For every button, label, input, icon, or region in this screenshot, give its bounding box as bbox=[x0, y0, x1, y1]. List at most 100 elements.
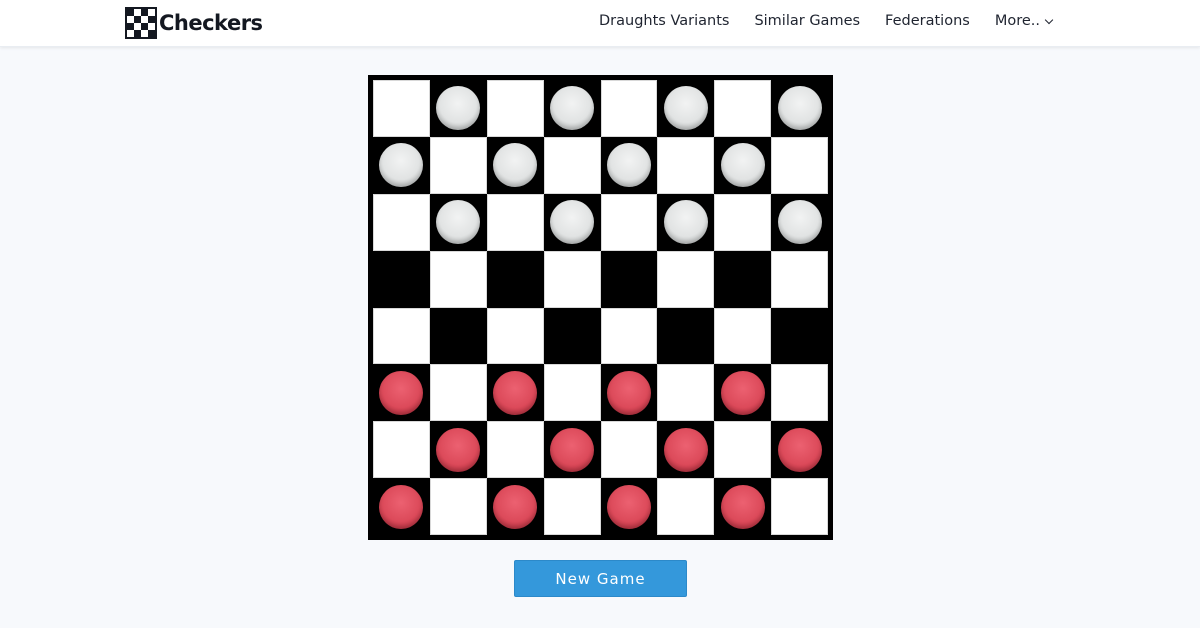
board-square[interactable] bbox=[373, 193, 430, 251]
board-square[interactable] bbox=[600, 250, 658, 308]
white-checker-piece[interactable] bbox=[777, 86, 822, 131]
white-checker-piece[interactable] bbox=[606, 143, 651, 188]
board-square[interactable] bbox=[771, 307, 828, 365]
board-square[interactable] bbox=[543, 80, 601, 137]
board-square[interactable] bbox=[714, 478, 772, 535]
board-square[interactable] bbox=[429, 421, 487, 479]
board-square[interactable] bbox=[486, 193, 544, 251]
board-square[interactable] bbox=[486, 136, 544, 194]
new-game-button[interactable]: New Game bbox=[514, 560, 687, 597]
white-checker-piece[interactable] bbox=[663, 200, 708, 245]
red-checker-piece[interactable] bbox=[379, 484, 424, 529]
white-checker-piece[interactable] bbox=[550, 200, 595, 245]
board-square[interactable] bbox=[543, 478, 601, 535]
board-square[interactable] bbox=[373, 478, 430, 535]
white-checker-piece[interactable] bbox=[663, 86, 708, 131]
nav-link-draughts-variants[interactable]: Draughts Variants bbox=[599, 13, 729, 29]
board-square[interactable] bbox=[714, 250, 772, 308]
brand-logo-link[interactable]: Checkers bbox=[125, 7, 263, 39]
board-square[interactable] bbox=[486, 421, 544, 479]
chevron-down-icon bbox=[1044, 15, 1054, 24]
board-square[interactable] bbox=[771, 80, 828, 137]
red-checker-piece[interactable] bbox=[777, 427, 822, 472]
white-checker-piece[interactable] bbox=[550, 86, 595, 131]
board-square[interactable] bbox=[771, 364, 828, 422]
white-checker-piece[interactable] bbox=[777, 200, 822, 245]
board-square[interactable] bbox=[543, 307, 601, 365]
board-square[interactable] bbox=[373, 250, 430, 308]
red-checker-piece[interactable] bbox=[379, 370, 424, 415]
white-checker-piece[interactable] bbox=[493, 143, 538, 188]
board-square[interactable] bbox=[714, 307, 772, 365]
red-checker-piece[interactable] bbox=[493, 484, 538, 529]
board-square[interactable] bbox=[657, 478, 715, 535]
white-checker-piece[interactable] bbox=[436, 86, 481, 131]
board-square[interactable] bbox=[486, 364, 544, 422]
board-square[interactable] bbox=[657, 364, 715, 422]
white-checker-piece[interactable] bbox=[720, 143, 765, 188]
top-navigation-bar: Checkers Draughts Variants Similar Games… bbox=[0, 0, 1200, 47]
nav-link-similar-games[interactable]: Similar Games bbox=[754, 13, 860, 29]
nav-more-dropdown[interactable]: More.. bbox=[995, 13, 1054, 29]
board-square[interactable] bbox=[714, 80, 772, 137]
board-square[interactable] bbox=[429, 80, 487, 137]
checkerboard-icon bbox=[125, 7, 157, 39]
board-square[interactable] bbox=[486, 307, 544, 365]
board-square[interactable] bbox=[429, 136, 487, 194]
board-square[interactable] bbox=[543, 136, 601, 194]
board-square[interactable] bbox=[657, 80, 715, 137]
board-square[interactable] bbox=[771, 250, 828, 308]
board-square[interactable] bbox=[600, 478, 658, 535]
board-square[interactable] bbox=[486, 478, 544, 535]
board-square[interactable] bbox=[373, 364, 430, 422]
board-square[interactable] bbox=[714, 364, 772, 422]
board-square[interactable] bbox=[657, 136, 715, 194]
board-square[interactable] bbox=[373, 307, 430, 365]
board-square[interactable] bbox=[373, 136, 430, 194]
red-checker-piece[interactable] bbox=[550, 427, 595, 472]
red-checker-piece[interactable] bbox=[493, 370, 538, 415]
board-square[interactable] bbox=[657, 307, 715, 365]
board-square[interactable] bbox=[429, 193, 487, 251]
board-square[interactable] bbox=[771, 193, 828, 251]
board-square[interactable] bbox=[600, 80, 658, 137]
board-square[interactable] bbox=[429, 250, 487, 308]
board-square[interactable] bbox=[600, 364, 658, 422]
red-checker-piece[interactable] bbox=[606, 370, 651, 415]
board-square[interactable] bbox=[429, 364, 487, 422]
white-checker-piece[interactable] bbox=[436, 200, 481, 245]
red-checker-piece[interactable] bbox=[606, 484, 651, 529]
board-square[interactable] bbox=[771, 478, 828, 535]
board-square[interactable] bbox=[657, 250, 715, 308]
board-square[interactable] bbox=[600, 136, 658, 194]
main-nav: Draughts Variants Similar Games Federati… bbox=[599, 13, 1054, 29]
board-square[interactable] bbox=[543, 250, 601, 308]
board-square[interactable] bbox=[543, 193, 601, 251]
board-square[interactable] bbox=[373, 421, 430, 479]
checkers-board bbox=[373, 80, 828, 535]
board-square[interactable] bbox=[429, 307, 487, 365]
board-square[interactable] bbox=[714, 193, 772, 251]
checkers-board-frame bbox=[368, 75, 833, 540]
board-square[interactable] bbox=[543, 364, 601, 422]
board-square[interactable] bbox=[657, 421, 715, 479]
board-square[interactable] bbox=[600, 193, 658, 251]
white-checker-piece[interactable] bbox=[379, 143, 424, 188]
board-square[interactable] bbox=[657, 193, 715, 251]
red-checker-piece[interactable] bbox=[720, 370, 765, 415]
board-square[interactable] bbox=[373, 80, 430, 137]
board-square[interactable] bbox=[486, 250, 544, 308]
board-square[interactable] bbox=[600, 421, 658, 479]
board-square[interactable] bbox=[771, 421, 828, 479]
red-checker-piece[interactable] bbox=[436, 427, 481, 472]
board-square[interactable] bbox=[429, 478, 487, 535]
board-square[interactable] bbox=[714, 421, 772, 479]
nav-link-federations[interactable]: Federations bbox=[885, 13, 970, 29]
board-square[interactable] bbox=[771, 136, 828, 194]
board-square[interactable] bbox=[486, 80, 544, 137]
board-square[interactable] bbox=[543, 421, 601, 479]
board-square[interactable] bbox=[600, 307, 658, 365]
red-checker-piece[interactable] bbox=[663, 427, 708, 472]
red-checker-piece[interactable] bbox=[720, 484, 765, 529]
board-square[interactable] bbox=[714, 136, 772, 194]
